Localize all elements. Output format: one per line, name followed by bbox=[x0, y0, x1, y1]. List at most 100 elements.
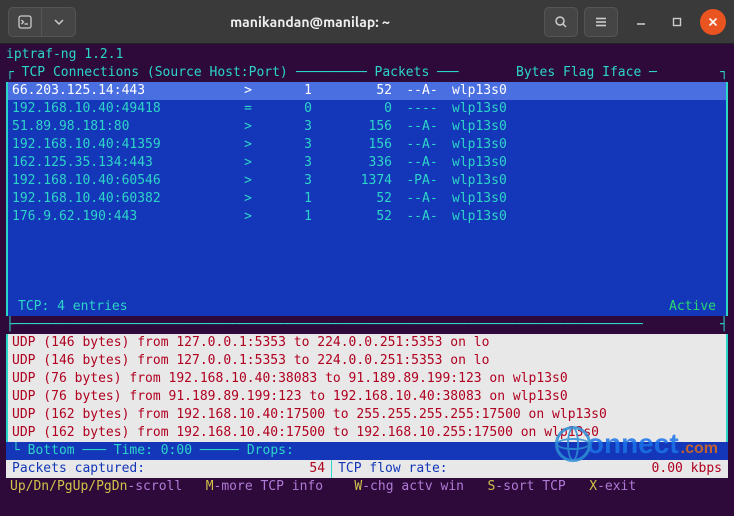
terminal-icon bbox=[18, 15, 32, 29]
menu-button[interactable] bbox=[584, 7, 618, 37]
udp-log-line: UDP (162 bytes) from 192.168.10.40:17500… bbox=[12, 424, 722, 442]
flow-value: 0.00 kbps bbox=[448, 460, 722, 478]
status-bar-captured: Packets captured: 54 TCP flow rate: 0.00… bbox=[6, 460, 728, 478]
tcp-host: 176.9.62.190:443 bbox=[12, 208, 232, 226]
tcp-iface: wlp13s0 bbox=[452, 190, 722, 208]
tcp-flag: ---- bbox=[392, 100, 452, 118]
tcp-flag: --A- bbox=[392, 208, 452, 226]
status-bar-bottom: └ Bottom ─── Time: 0:00 ───── Drops: bbox=[6, 442, 728, 460]
close-button[interactable] bbox=[700, 9, 726, 35]
tcp-row[interactable]: 192.168.10.40:49418=00----wlp13s0 bbox=[8, 100, 726, 118]
tcp-direction: > bbox=[232, 82, 252, 100]
tab-dropdown-button[interactable] bbox=[42, 7, 76, 37]
tcp-host: 192.168.10.40:49418 bbox=[12, 100, 232, 118]
tcp-bytes: 0 bbox=[312, 100, 392, 118]
tcp-row[interactable]: 162.125.35.134:443>3336--A-wlp13s0 bbox=[8, 154, 726, 172]
tab-button-group bbox=[8, 7, 76, 37]
help-bar: Up/Dn/PgUp/PgDn-scroll M-more TCP info W… bbox=[4, 478, 730, 496]
search-icon bbox=[554, 15, 568, 29]
bottom-label: Bottom bbox=[28, 443, 75, 458]
tcp-direction: > bbox=[232, 190, 252, 208]
tcp-flag: --A- bbox=[392, 136, 452, 154]
tcp-bytes: 336 bbox=[312, 154, 392, 172]
iface-header: Iface bbox=[602, 64, 641, 82]
window-title: manikandan@manilap: ~ bbox=[82, 14, 538, 30]
close-icon bbox=[708, 17, 718, 27]
tcp-host: 192.168.10.40:60546 bbox=[12, 172, 232, 190]
tcp-row[interactable]: 176.9.62.190:443>152--A-wlp13s0 bbox=[8, 208, 726, 226]
search-button[interactable] bbox=[544, 7, 578, 37]
tcp-connections-table[interactable]: 66.203.125.14:443>152--A-wlp13s0192.168.… bbox=[6, 82, 728, 226]
divider-row: ├───────────────────────────────────────… bbox=[4, 316, 730, 334]
flow-label: TCP flow rate: bbox=[338, 460, 448, 478]
udp-log-line: UDP (162 bytes) from 192.168.10.40:17500… bbox=[12, 406, 722, 424]
flag-header: Flag bbox=[563, 64, 594, 82]
minimize-icon bbox=[636, 17, 646, 27]
tcp-direction: = bbox=[232, 100, 252, 118]
tcp-bytes: 156 bbox=[312, 136, 392, 154]
tcp-packets: 1 bbox=[252, 208, 312, 226]
tcp-empty-area bbox=[6, 226, 728, 298]
tcp-flag: -PA- bbox=[392, 172, 452, 190]
app-version: iptraf-ng 1.2.1 bbox=[4, 46, 730, 64]
tcp-host: 192.168.10.40:41359 bbox=[12, 136, 232, 154]
tcp-bytes: 52 bbox=[312, 82, 392, 100]
tcp-iface: wlp13s0 bbox=[452, 172, 722, 190]
tcp-flag: --A- bbox=[392, 154, 452, 172]
tcp-direction: > bbox=[232, 118, 252, 136]
udp-log-line: UDP (146 bytes) from 127.0.0.1:5353 to 2… bbox=[12, 334, 722, 352]
tcp-bytes: 52 bbox=[312, 190, 392, 208]
drops-label: Drops: bbox=[247, 443, 294, 458]
packets-header: Packets bbox=[375, 64, 430, 82]
tcp-packets: 0 bbox=[252, 100, 312, 118]
tcp-iface: wlp13s0 bbox=[452, 136, 722, 154]
tcp-iface: wlp13s0 bbox=[452, 118, 722, 136]
udp-log-line: UDP (76 bytes) from 192.168.10.40:38083 … bbox=[12, 370, 722, 388]
maximize-button[interactable] bbox=[664, 9, 690, 35]
tcp-iface: wlp13s0 bbox=[452, 208, 722, 226]
tcp-packets: 1 bbox=[252, 190, 312, 208]
tcp-active-indicator: Active bbox=[669, 298, 716, 316]
tcp-flag: --A- bbox=[392, 118, 452, 136]
tcp-host: 51.89.98.181:80 bbox=[12, 118, 232, 136]
tcp-direction: > bbox=[232, 136, 252, 154]
tcp-host: 66.203.125.14:443 bbox=[12, 82, 232, 100]
tcp-row[interactable]: 51.89.98.181:80>3156--A-wlp13s0 bbox=[8, 118, 726, 136]
tcp-row[interactable]: 192.168.10.40:60546>31374-PA-wlp13s0 bbox=[8, 172, 726, 190]
tcp-iface: wlp13s0 bbox=[452, 100, 722, 118]
tcp-packets: 3 bbox=[252, 136, 312, 154]
tcp-packets: 3 bbox=[252, 172, 312, 190]
tcp-bytes: 52 bbox=[312, 208, 392, 226]
terminal-viewport[interactable]: iptraf-ng 1.2.1 ┌ TCP Connections (Sourc… bbox=[0, 44, 734, 516]
new-tab-button[interactable] bbox=[8, 7, 42, 37]
tcp-direction: > bbox=[232, 172, 252, 190]
tcp-header-label: TCP Connections (Source Host:Port) bbox=[22, 64, 288, 82]
tcp-row[interactable]: 66.203.125.14:443>152--A-wlp13s0 bbox=[8, 82, 726, 100]
udp-log-line: UDP (146 bytes) from 127.0.0.1:5353 to 2… bbox=[12, 352, 722, 370]
time-label: Time: bbox=[114, 443, 153, 458]
captured-label: Packets captured: bbox=[12, 460, 145, 478]
minimize-button[interactable] bbox=[628, 9, 654, 35]
tcp-iface: wlp13s0 bbox=[452, 82, 722, 100]
tcp-row[interactable]: 192.168.10.40:41359>3156--A-wlp13s0 bbox=[8, 136, 726, 154]
tcp-flag: --A- bbox=[392, 190, 452, 208]
tcp-direction: > bbox=[232, 154, 252, 172]
tcp-flag: --A- bbox=[392, 82, 452, 100]
title-bar: manikandan@manilap: ~ bbox=[0, 0, 734, 44]
tcp-packets: 1 bbox=[252, 82, 312, 100]
bytes-header: Bytes bbox=[516, 64, 555, 82]
tcp-direction: > bbox=[232, 208, 252, 226]
tcp-bytes: 1374 bbox=[312, 172, 392, 190]
tcp-iface: wlp13s0 bbox=[452, 154, 722, 172]
tcp-host: 162.125.35.134:443 bbox=[12, 154, 232, 172]
tcp-entry-count: TCP: 4 entries bbox=[18, 298, 128, 316]
hamburger-icon bbox=[594, 15, 608, 29]
tcp-packets: 3 bbox=[252, 154, 312, 172]
udp-log-panel[interactable]: UDP (146 bytes) from 127.0.0.1:5353 to 2… bbox=[6, 334, 728, 442]
tcp-header-row: ┌ TCP Connections (Source Host:Port) ───… bbox=[4, 64, 730, 82]
tcp-row[interactable]: 192.168.10.40:60382>152--A-wlp13s0 bbox=[8, 190, 726, 208]
captured-value: 54 bbox=[145, 460, 325, 478]
time-value: 0:00 bbox=[161, 443, 192, 458]
tcp-packets: 3 bbox=[252, 118, 312, 136]
tcp-host: 192.168.10.40:60382 bbox=[12, 190, 232, 208]
